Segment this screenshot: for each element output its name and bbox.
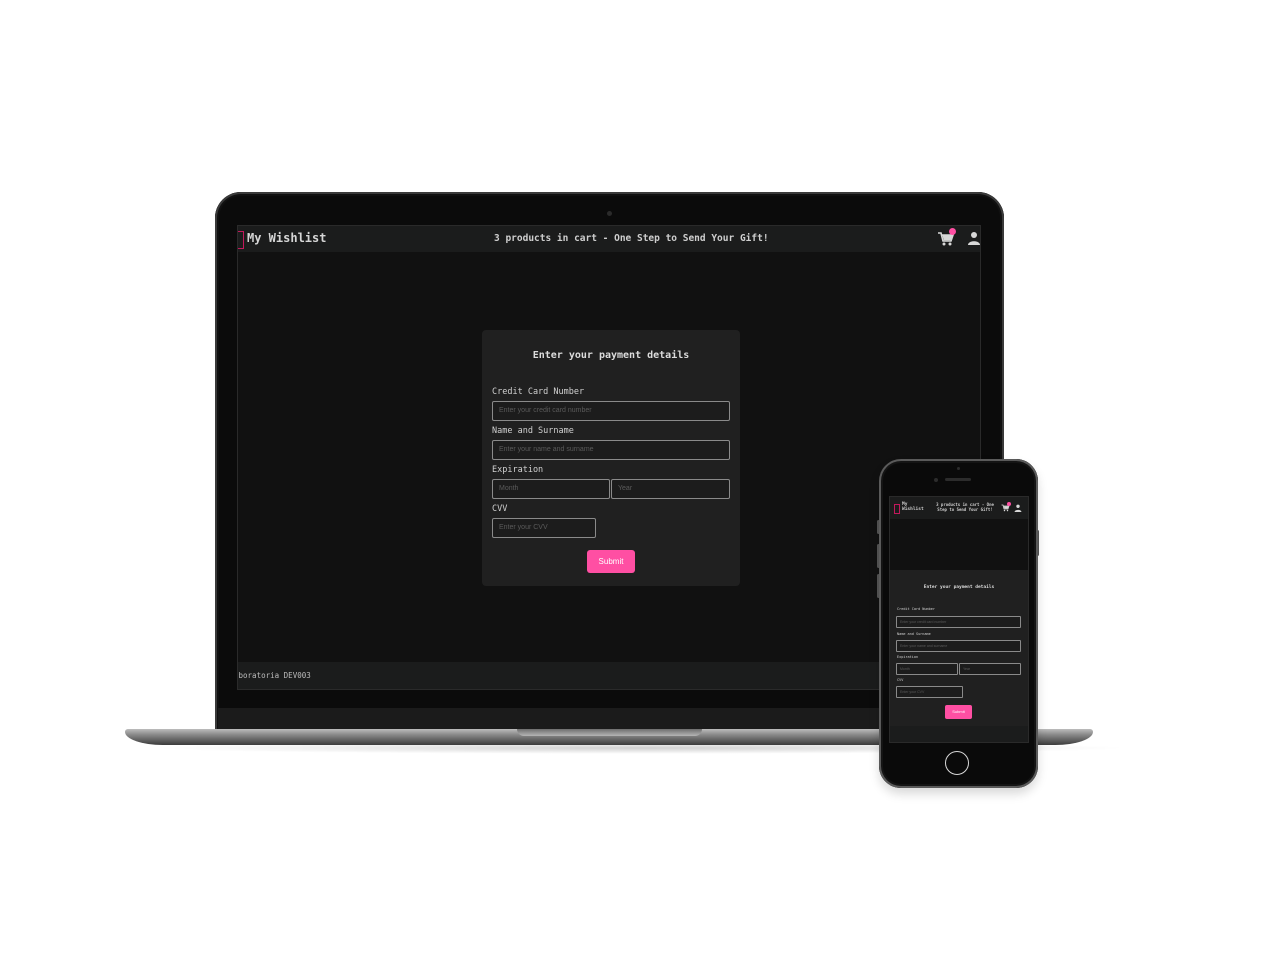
- mobile-cvv-input[interactable]: Enter your CVV: [896, 686, 963, 698]
- mobile-payment-form-title: Enter your payment details: [923, 585, 995, 590]
- expiration-label: Expiration: [492, 465, 544, 475]
- laptop-camera: [607, 211, 612, 216]
- payment-form-title: Enter your payment details: [532, 350, 690, 361]
- expiration-year-input[interactable]: Year: [611, 479, 730, 499]
- card-number-input[interactable]: Enter your credit card number: [492, 401, 730, 421]
- mobile-cvv-label: CVV: [897, 678, 904, 682]
- mobile-cart-message: 3 products in cart - One Step to Send Yo…: [936, 502, 994, 512]
- phone-speaker: [945, 478, 971, 481]
- phone-home-button[interactable]: [945, 751, 969, 775]
- user-icon[interactable]: [1014, 504, 1022, 512]
- logo-icon[interactable]: [238, 231, 244, 249]
- user-icon[interactable]: [967, 231, 981, 245]
- cart-message: 3 products in cart - One Step to Send Yo…: [494, 233, 769, 244]
- cart-count-badge: [1007, 502, 1011, 506]
- mobile-payment-form: Enter your payment details Credit Card N…: [890, 570, 1028, 726]
- app-title[interactable]: My Wishlist: [247, 231, 326, 245]
- name-label: Name and Surname: [492, 426, 574, 436]
- laptop-screen: My Wishlist 3 products in cart - One Ste…: [237, 225, 981, 690]
- cvv-input[interactable]: Enter your CVV: [492, 518, 596, 538]
- mobile-expiration-label: Expiration: [897, 655, 919, 659]
- mobile-app-title[interactable]: My Wishlist: [902, 502, 926, 512]
- laptop-notch: [517, 729, 702, 736]
- app-footer: aboratoria DEV003: [237, 662, 980, 689]
- phone-screen: My Wishlist 3 products in cart - One Ste…: [889, 496, 1029, 743]
- cart-count-badge: [949, 228, 956, 235]
- mobile-card-number-label: Credit Card Number: [897, 607, 935, 611]
- logo-icon[interactable]: [894, 504, 900, 514]
- device-mockup-scene: My Wishlist 3 products in cart - One Ste…: [0, 0, 1280, 960]
- phone-front-camera: [934, 478, 938, 482]
- mobile-expiration-year-input[interactable]: Year: [959, 663, 1021, 675]
- submit-button[interactable]: Submit: [587, 550, 635, 573]
- mobile-name-label: Name and Surname: [897, 632, 931, 636]
- name-input[interactable]: Enter your name and surname: [492, 440, 730, 460]
- mobile-app-header: My Wishlist 3 products in cart - One Ste…: [890, 497, 1028, 519]
- mobile-submit-button[interactable]: Submit: [945, 705, 972, 719]
- mobile-card-number-input[interactable]: Enter your credit card number: [896, 616, 1021, 628]
- footer-text: aboratoria DEV003: [237, 671, 311, 680]
- app-header: My Wishlist 3 products in cart - One Ste…: [238, 226, 980, 252]
- mobile-expiration-month-input[interactable]: Month: [896, 663, 958, 675]
- mobile-app-footer: [890, 726, 1028, 742]
- card-number-label: Credit Card Number: [492, 387, 585, 397]
- payment-form: Enter your payment details Credit Card N…: [482, 330, 740, 586]
- mobile-name-input[interactable]: Enter your name and surname: [896, 640, 1021, 652]
- phone-sensor: [957, 467, 960, 470]
- cvv-label: CVV: [492, 504, 508, 514]
- expiration-month-input[interactable]: Month: [492, 479, 610, 499]
